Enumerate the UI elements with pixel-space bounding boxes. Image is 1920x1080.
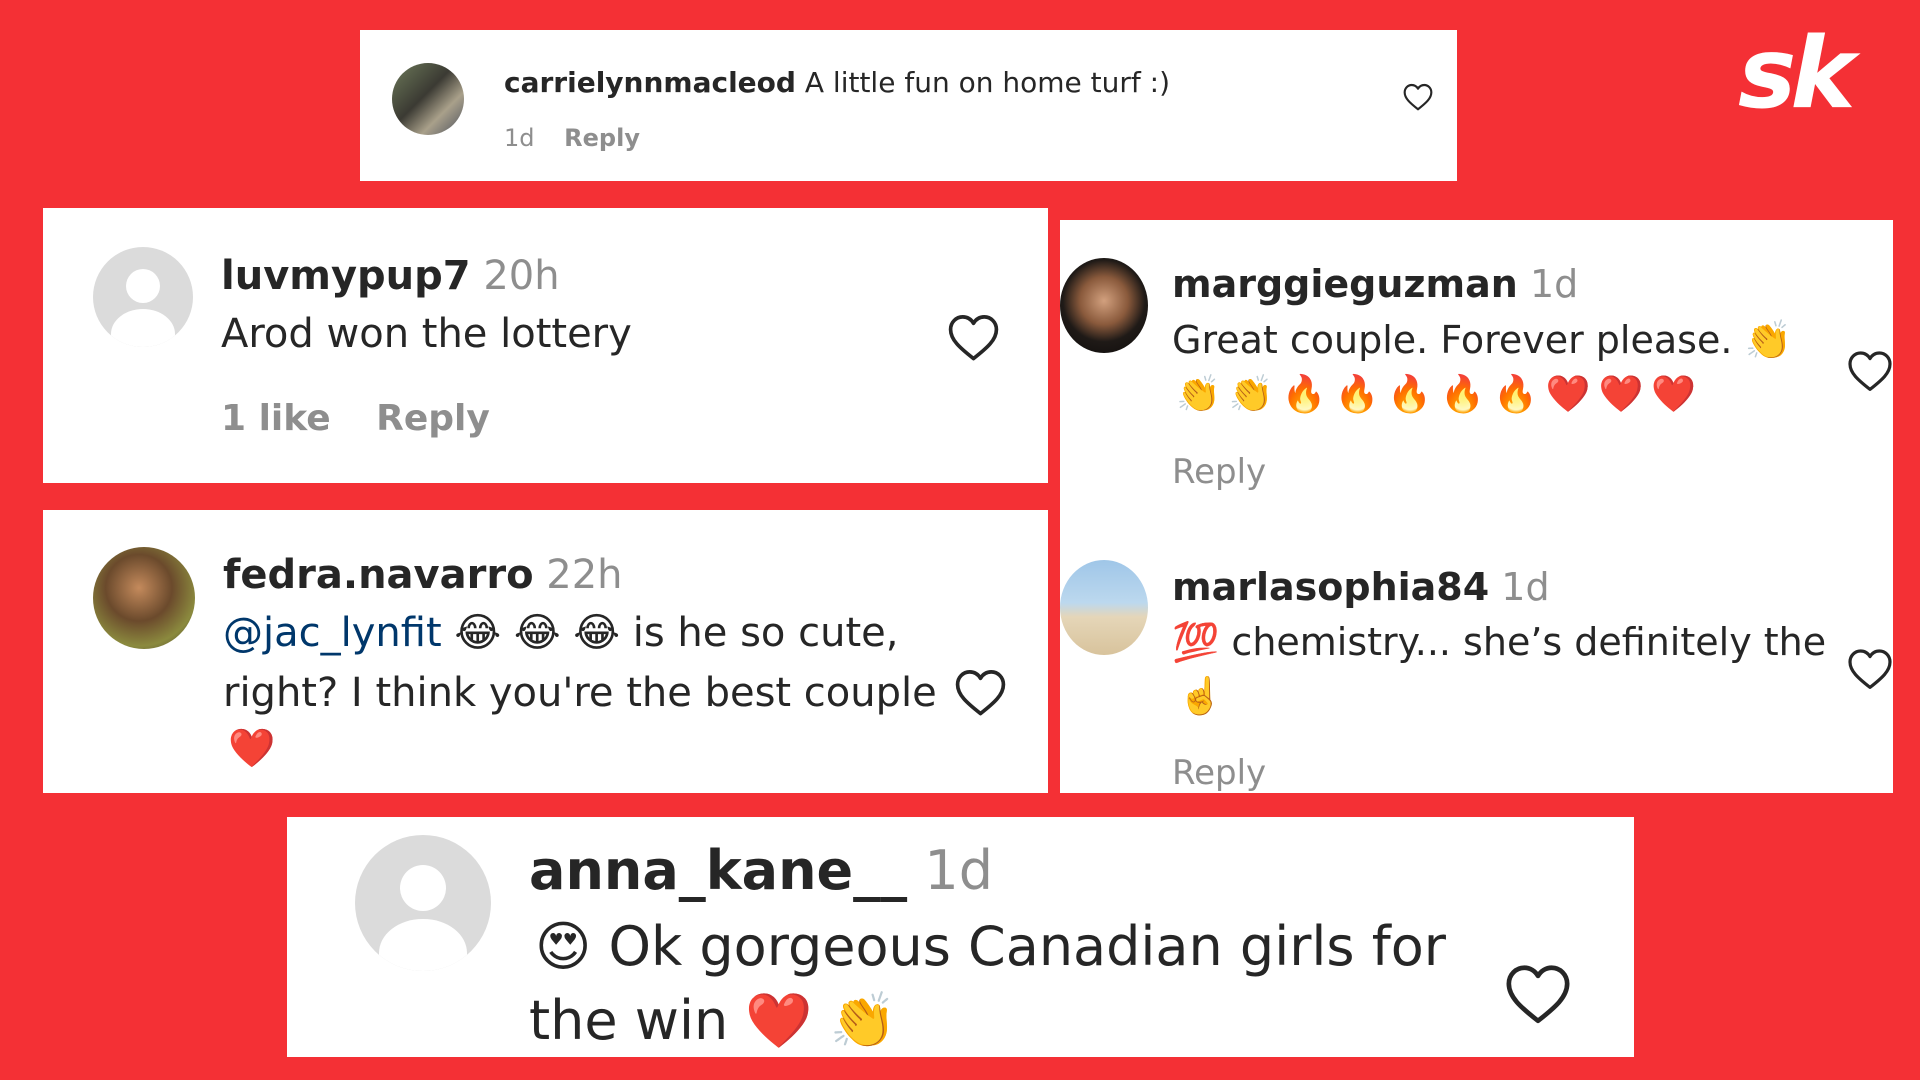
username[interactable]: fedra.navarro bbox=[223, 552, 534, 598]
reply-button[interactable]: Reply bbox=[564, 124, 640, 152]
comment-text-line-1: 💯 chemistry... she’s definitely the bbox=[1172, 620, 1826, 665]
comment-card-luvmypup7: luvmypup7 20h Arod won the lottery 1 lik… bbox=[43, 208, 1048, 483]
like-heart-icon[interactable] bbox=[953, 665, 1008, 720]
comment-meta: 1d Reply bbox=[504, 124, 640, 152]
username[interactable]: luvmypup7 bbox=[221, 253, 471, 299]
avatar[interactable] bbox=[1060, 560, 1148, 655]
reply-button[interactable]: Reply bbox=[1172, 452, 1266, 492]
comment-meta: 1 like Reply bbox=[221, 398, 490, 439]
comment-text: Great couple. Forever please. bbox=[1172, 318, 1733, 362]
like-heart-icon[interactable] bbox=[1846, 645, 1893, 693]
comment-text: A little fun on home turf :) bbox=[804, 66, 1170, 99]
comment-text-line-1: 😍 Ok gorgeous Canadian girls for bbox=[535, 915, 1446, 978]
clapping-emoji-icon: 👏 bbox=[1744, 318, 1792, 362]
like-heart-icon[interactable] bbox=[946, 310, 1001, 365]
comment-text: Arod won the lottery bbox=[221, 311, 632, 357]
heart-eyes-emoji-icon: 😍 bbox=[535, 915, 592, 978]
comment-text-line-1: @jac_lynfit 😂 😂 😂 is he so cute, bbox=[223, 610, 898, 656]
username[interactable]: marggieguzman bbox=[1172, 262, 1518, 306]
sportskeeda-logo: sk bbox=[1738, 17, 1856, 131]
comment-text-line-1: Great couple. Forever please. 👏 bbox=[1172, 318, 1792, 363]
username[interactable]: anna_kane__ bbox=[529, 839, 907, 902]
avatar[interactable] bbox=[1060, 258, 1148, 353]
comment-text-line-2: the win ❤️ 👏 bbox=[529, 989, 897, 1053]
comment-time: 1d bbox=[1501, 565, 1550, 609]
comment-time: 1d bbox=[504, 124, 535, 152]
comment-header: anna_kane__ 1d bbox=[529, 839, 993, 902]
emoji-row: 👏👏🔥🔥🔥🔥🔥❤️❤️❤️ bbox=[1176, 374, 1705, 415]
comment-card-marggieguzman: marggieguzman 1d Great couple. Forever p… bbox=[1060, 220, 1893, 793]
laughing-emoji-icon: 😂 😂 😂 bbox=[454, 610, 621, 656]
like-heart-icon[interactable] bbox=[1402, 81, 1434, 113]
like-heart-icon[interactable] bbox=[1846, 347, 1893, 395]
reply-button[interactable]: Reply bbox=[376, 398, 490, 439]
comment-text: chemistry... she’s definitely the bbox=[1231, 620, 1827, 664]
comment-header: luvmypup7 20h bbox=[221, 253, 560, 299]
avatar[interactable] bbox=[392, 63, 464, 135]
pointing-up-emoji-icon: ☝️ bbox=[1178, 676, 1223, 717]
heart-clap-emoji-icon: ❤️ 👏 bbox=[745, 989, 897, 1052]
comment-header: marlasophia84 1d bbox=[1172, 565, 1550, 609]
avatar[interactable] bbox=[93, 547, 195, 649]
comment-card-anna-kane: anna_kane__ 1d 😍 Ok gorgeous Canadian gi… bbox=[287, 817, 1634, 1057]
default-avatar-icon[interactable] bbox=[355, 835, 491, 971]
hundred-points-emoji-icon: 💯 bbox=[1172, 620, 1220, 664]
default-avatar-icon[interactable] bbox=[93, 247, 193, 347]
username[interactable]: marlasophia84 bbox=[1172, 565, 1489, 609]
like-count[interactable]: 1 like bbox=[221, 398, 331, 439]
comment-header: fedra.navarro 22h bbox=[223, 552, 623, 598]
reply-button[interactable]: Reply bbox=[1172, 753, 1266, 793]
comment-text: is he so cute, bbox=[632, 610, 899, 656]
comment-time: 20h bbox=[483, 253, 560, 299]
comment-card-carrielynnmacleod: carrielynnmacleod A little fun on home t… bbox=[360, 30, 1457, 181]
comment-line: carrielynnmacleod A little fun on home t… bbox=[504, 66, 1170, 99]
heart-emoji-icon: ❤️ bbox=[228, 726, 276, 770]
comment-time: 1d bbox=[924, 839, 993, 902]
username[interactable]: carrielynnmacleod bbox=[504, 66, 796, 99]
comment-text: the win bbox=[529, 989, 729, 1052]
comment-text-line-2: right? I think you're the best couple bbox=[223, 670, 937, 716]
comment-card-fedra-navarro: fedra.navarro 22h @jac_lynfit 😂 😂 😂 is h… bbox=[43, 510, 1048, 793]
comment-time: 1d bbox=[1529, 262, 1579, 306]
comment-time: 22h bbox=[546, 552, 623, 598]
comment-header: marggieguzman 1d bbox=[1172, 262, 1578, 306]
like-heart-icon[interactable] bbox=[1503, 959, 1573, 1029]
comment-text: Ok gorgeous Canadian girls for bbox=[608, 915, 1446, 978]
mention-link[interactable]: @jac_lynfit bbox=[223, 610, 442, 656]
